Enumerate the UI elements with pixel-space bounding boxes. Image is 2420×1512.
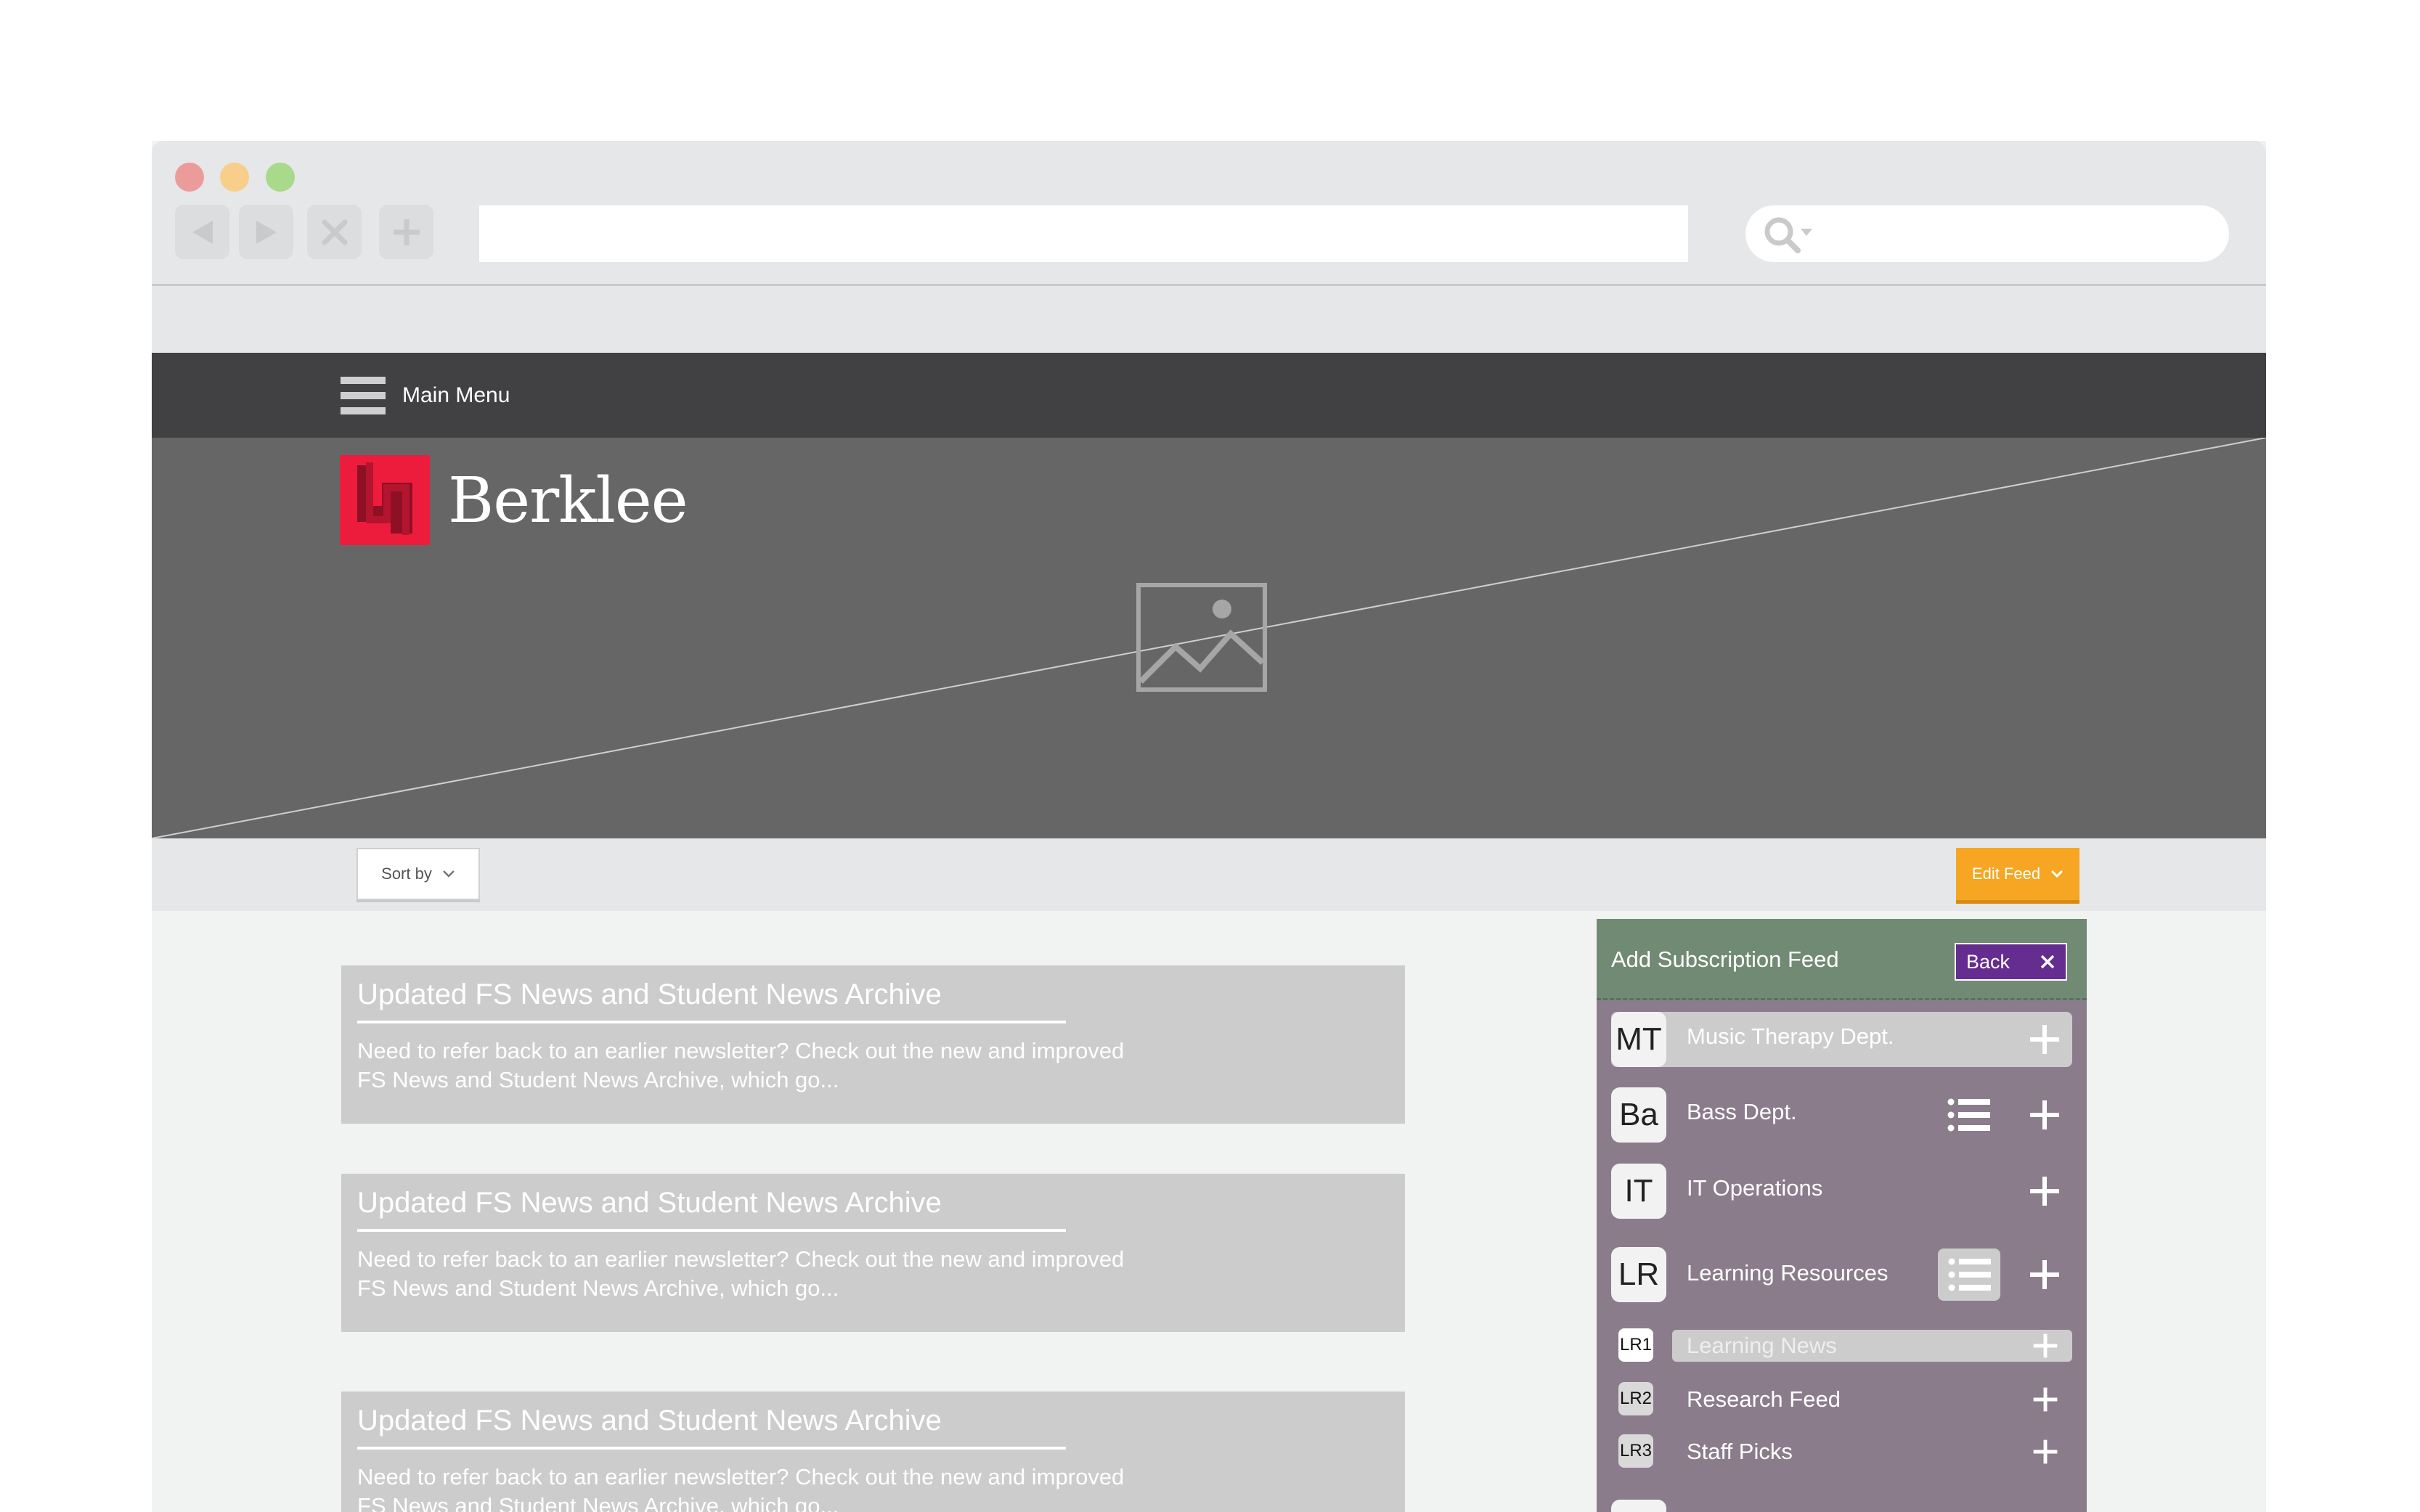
feed-label: Music Therapy Dept. — [1687, 1023, 1894, 1049]
search-icon — [1764, 217, 1812, 253]
subfeed-row-research-feed[interactable]: LR2 Research Feed — [1597, 1382, 2087, 1417]
new-tab-button[interactable] — [379, 205, 433, 259]
arrow-left-icon — [192, 220, 213, 244]
news-card-title[interactable]: Updated FS News and Student News Archive — [357, 978, 942, 1011]
subfeed-avatar: LR2 — [1618, 1382, 1653, 1415]
close-icon — [2040, 955, 2055, 969]
feed-avatar: IT — [1611, 1164, 1666, 1219]
add-plus-icon[interactable] — [2032, 1439, 2058, 1465]
subfeed-row-staff-picks[interactable]: LR3 Staff Picks — [1597, 1434, 2087, 1469]
subfeed-row-learning-news[interactable]: LR1 Learning News — [1597, 1328, 2087, 1363]
subfeed-label: Learning News — [1687, 1333, 1837, 1358]
news-card-title[interactable]: Updated FS News and Student News Archive — [357, 1187, 942, 1219]
back-label: Back — [1966, 950, 2010, 973]
arrow-right-icon — [256, 220, 277, 244]
list-icon[interactable] — [1947, 1098, 1990, 1132]
subscription-feed-panel: Add Subscription Feed Back MT Music Ther… — [1597, 919, 2087, 1512]
list-icon[interactable] — [1947, 1257, 1991, 1292]
feed-row-it-operations[interactable]: IT IT Operations — [1597, 1164, 2087, 1219]
add-plus-icon[interactable] — [2029, 1259, 2061, 1291]
subfeed-label: Research Feed — [1687, 1386, 1841, 1412]
feed-label: Bass Dept. — [1687, 1099, 1797, 1124]
forward-nav-button[interactable] — [239, 205, 293, 259]
site-navbar: Main Menu — [152, 353, 2266, 438]
feed-toolbar: Sort by Edit Feed — [152, 838, 2266, 911]
hero-banner: Berklee — [152, 438, 2266, 838]
feed-label: Learning Resources — [1687, 1260, 1889, 1286]
title-underline — [357, 1229, 1066, 1232]
panel-header: Add Subscription Feed Back — [1597, 919, 2087, 1000]
news-card-excerpt: Need to refer back to an earlier newslet… — [357, 1038, 1125, 1092]
news-card[interactable]: Updated FS News and Student News Archive… — [341, 1392, 1405, 1512]
browser-search-field[interactable] — [1745, 205, 2229, 262]
subfeed-label: Staff Picks — [1687, 1439, 1793, 1464]
feed-avatar-partial — [1611, 1500, 1666, 1512]
maximize-window-dot[interactable] — [266, 163, 295, 192]
close-icon — [322, 219, 347, 245]
sort-by-label: Sort by — [381, 865, 432, 883]
back-nav-button[interactable] — [175, 205, 229, 259]
feed-avatar: Ba — [1611, 1087, 1666, 1143]
add-plus-icon[interactable] — [2032, 1333, 2058, 1359]
add-plus-icon[interactable] — [2029, 1023, 2061, 1055]
browser-window: Main Menu Berklee Sort by Edit Feed Upda… — [152, 141, 2266, 1512]
subfeed-avatar: LR1 — [1618, 1328, 1653, 1362]
subfeed-avatar: LR3 — [1618, 1434, 1653, 1468]
news-card-title[interactable]: Updated FS News and Student News Archive — [357, 1405, 942, 1437]
feed-avatar: LR — [1611, 1247, 1666, 1302]
plus-icon — [393, 218, 420, 245]
address-bar[interactable] — [479, 205, 1688, 262]
feed-row-bass[interactable]: Ba Bass Dept. — [1597, 1087, 2087, 1143]
edit-feed-label: Edit Feed — [1971, 865, 2041, 883]
news-card-excerpt: Need to refer back to an earlier newslet… — [357, 1464, 1125, 1512]
berklee-logo-icon[interactable] — [340, 455, 430, 545]
main-menu-link[interactable]: Main Menu — [402, 353, 510, 438]
hamburger-menu-icon[interactable] — [341, 377, 386, 416]
news-card[interactable]: Updated FS News and Student News Archive… — [341, 965, 1405, 1124]
feed-label: IT Operations — [1687, 1175, 1823, 1201]
add-plus-icon[interactable] — [2032, 1386, 2058, 1413]
minimize-window-dot[interactable] — [220, 163, 249, 192]
image-placeholder-icon — [1136, 583, 1267, 692]
berklee-wordmark: Berklee — [448, 465, 688, 537]
bookmarks-bar — [152, 286, 2266, 353]
sort-by-dropdown[interactable]: Sort by — [357, 848, 480, 900]
news-card[interactable]: Updated FS News and Student News Archive… — [341, 1174, 1405, 1332]
feed-avatar: MT — [1611, 1012, 1666, 1067]
back-button[interactable]: Back — [1955, 943, 2067, 981]
stop-button[interactable] — [307, 205, 362, 259]
panel-title: Add Subscription Feed — [1611, 947, 1839, 972]
feed-row-music-therapy[interactable]: MT Music Therapy Dept. — [1597, 1012, 2087, 1067]
news-card-excerpt: Need to refer back to an earlier newslet… — [357, 1246, 1125, 1301]
edit-feed-button[interactable]: Edit Feed — [1956, 848, 2079, 900]
chevron-down-icon — [442, 870, 455, 878]
add-plus-icon[interactable] — [2029, 1099, 2061, 1131]
title-underline — [357, 1021, 1066, 1023]
browser-toolbar — [152, 141, 2266, 286]
close-window-dot[interactable] — [175, 163, 204, 192]
feed-row-learning-resources[interactable]: LR Learning Resources — [1597, 1247, 2087, 1302]
add-plus-icon[interactable] — [2029, 1175, 2061, 1207]
title-underline — [357, 1447, 1066, 1450]
chevron-down-icon — [2051, 870, 2063, 878]
